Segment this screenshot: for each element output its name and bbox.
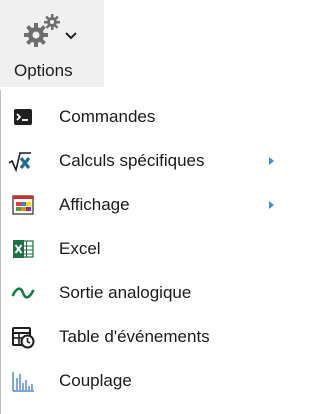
menu-item-calculs-specifiques[interactable]: Calculs spécifiques	[1, 141, 283, 181]
menu-item-label: Table d'événements	[59, 327, 210, 346]
menu-item-label: Couplage	[59, 371, 132, 390]
submenu-arrow-icon	[269, 157, 274, 165]
options-dropdown-menu: Commandes Calculs spécifiques Affichage	[0, 90, 283, 414]
menu-item-label: Excel	[59, 239, 101, 258]
options-label: Options	[14, 61, 73, 80]
wave-icon	[11, 287, 35, 299]
submenu-arrow-icon	[269, 201, 274, 209]
excel-icon	[13, 240, 34, 258]
menu-item-commandes[interactable]: Commandes	[1, 97, 283, 137]
sqrt-x-icon	[8, 152, 31, 173]
menu-item-sortie-analogique[interactable]: Sortie analogique	[1, 273, 283, 313]
coupling-bars-icon	[12, 372, 34, 392]
gears-icon	[23, 14, 63, 48]
menu-item-couplage[interactable]: Couplage	[1, 361, 283, 401]
event-table-icon	[12, 327, 35, 349]
options-ribbon-button[interactable]: Options	[0, 0, 104, 87]
menu-item-label: Affichage	[59, 195, 130, 214]
menu-item-label: Commandes	[59, 107, 156, 126]
menu-item-excel[interactable]: Excel	[1, 229, 283, 269]
menu-item-label: Sortie analogique	[59, 283, 192, 302]
menu-item-affichage[interactable]: Affichage	[1, 185, 283, 225]
display-window-icon	[12, 195, 34, 215]
chevron-down-icon	[65, 32, 77, 40]
menu-item-label: Calculs spécifiques	[59, 151, 205, 170]
menu-item-table-evenements[interactable]: Table d'événements	[1, 317, 283, 357]
command-prompt-icon	[14, 109, 32, 125]
